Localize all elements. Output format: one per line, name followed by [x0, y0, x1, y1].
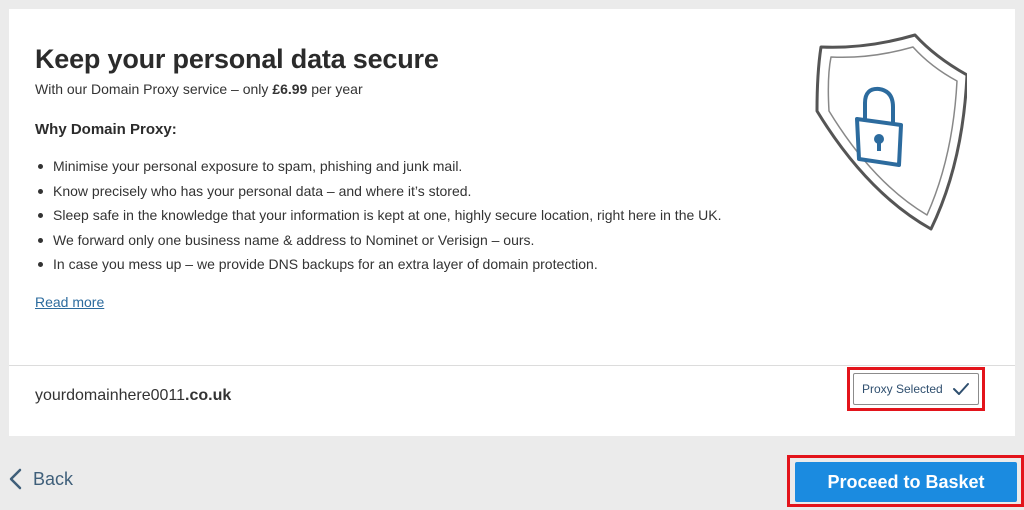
card-info-section: Keep your personal data secure With our …: [9, 9, 1015, 365]
shield-lock-icon: [815, 33, 967, 231]
check-icon: [953, 383, 969, 395]
why-heading: Why Domain Proxy:: [35, 121, 177, 138]
page-title: Keep your personal data secure: [35, 44, 439, 74]
divider: [9, 365, 1015, 366]
list-item: Sleep safe in the knowledge that your in…: [35, 206, 722, 231]
list-item: We forward only one business name & addr…: [35, 231, 722, 256]
proceed-to-basket-button[interactable]: Proceed to Basket: [795, 462, 1017, 502]
proxy-selected-button[interactable]: Proxy Selected: [853, 373, 979, 405]
proxy-selected-label: Proxy Selected: [862, 382, 943, 396]
back-button[interactable]: Back: [8, 468, 73, 490]
list-item: Minimise your personal exposure to spam,…: [35, 157, 722, 182]
back-label: Back: [33, 468, 74, 489]
domain-name: yourdomainhere0011.co.uk: [35, 387, 231, 405]
list-item: In case you mess up – we provide DNS bac…: [35, 255, 722, 280]
domain-tld: .co.uk: [185, 387, 232, 404]
price: £6.99: [272, 81, 308, 97]
subtitle: With our Domain Proxy service – only £6.…: [35, 81, 363, 97]
domain-label: yourdomainhere0011: [35, 387, 186, 404]
chevron-left-icon: [9, 468, 22, 490]
benefits-list: Minimise your personal exposure to spam,…: [35, 157, 722, 280]
subtitle-suffix: per year: [307, 81, 363, 97]
list-item: Know precisely who has your personal dat…: [35, 182, 722, 207]
read-more-link[interactable]: Read more: [35, 294, 104, 310]
subtitle-prefix: With our Domain Proxy service – only: [35, 81, 273, 97]
